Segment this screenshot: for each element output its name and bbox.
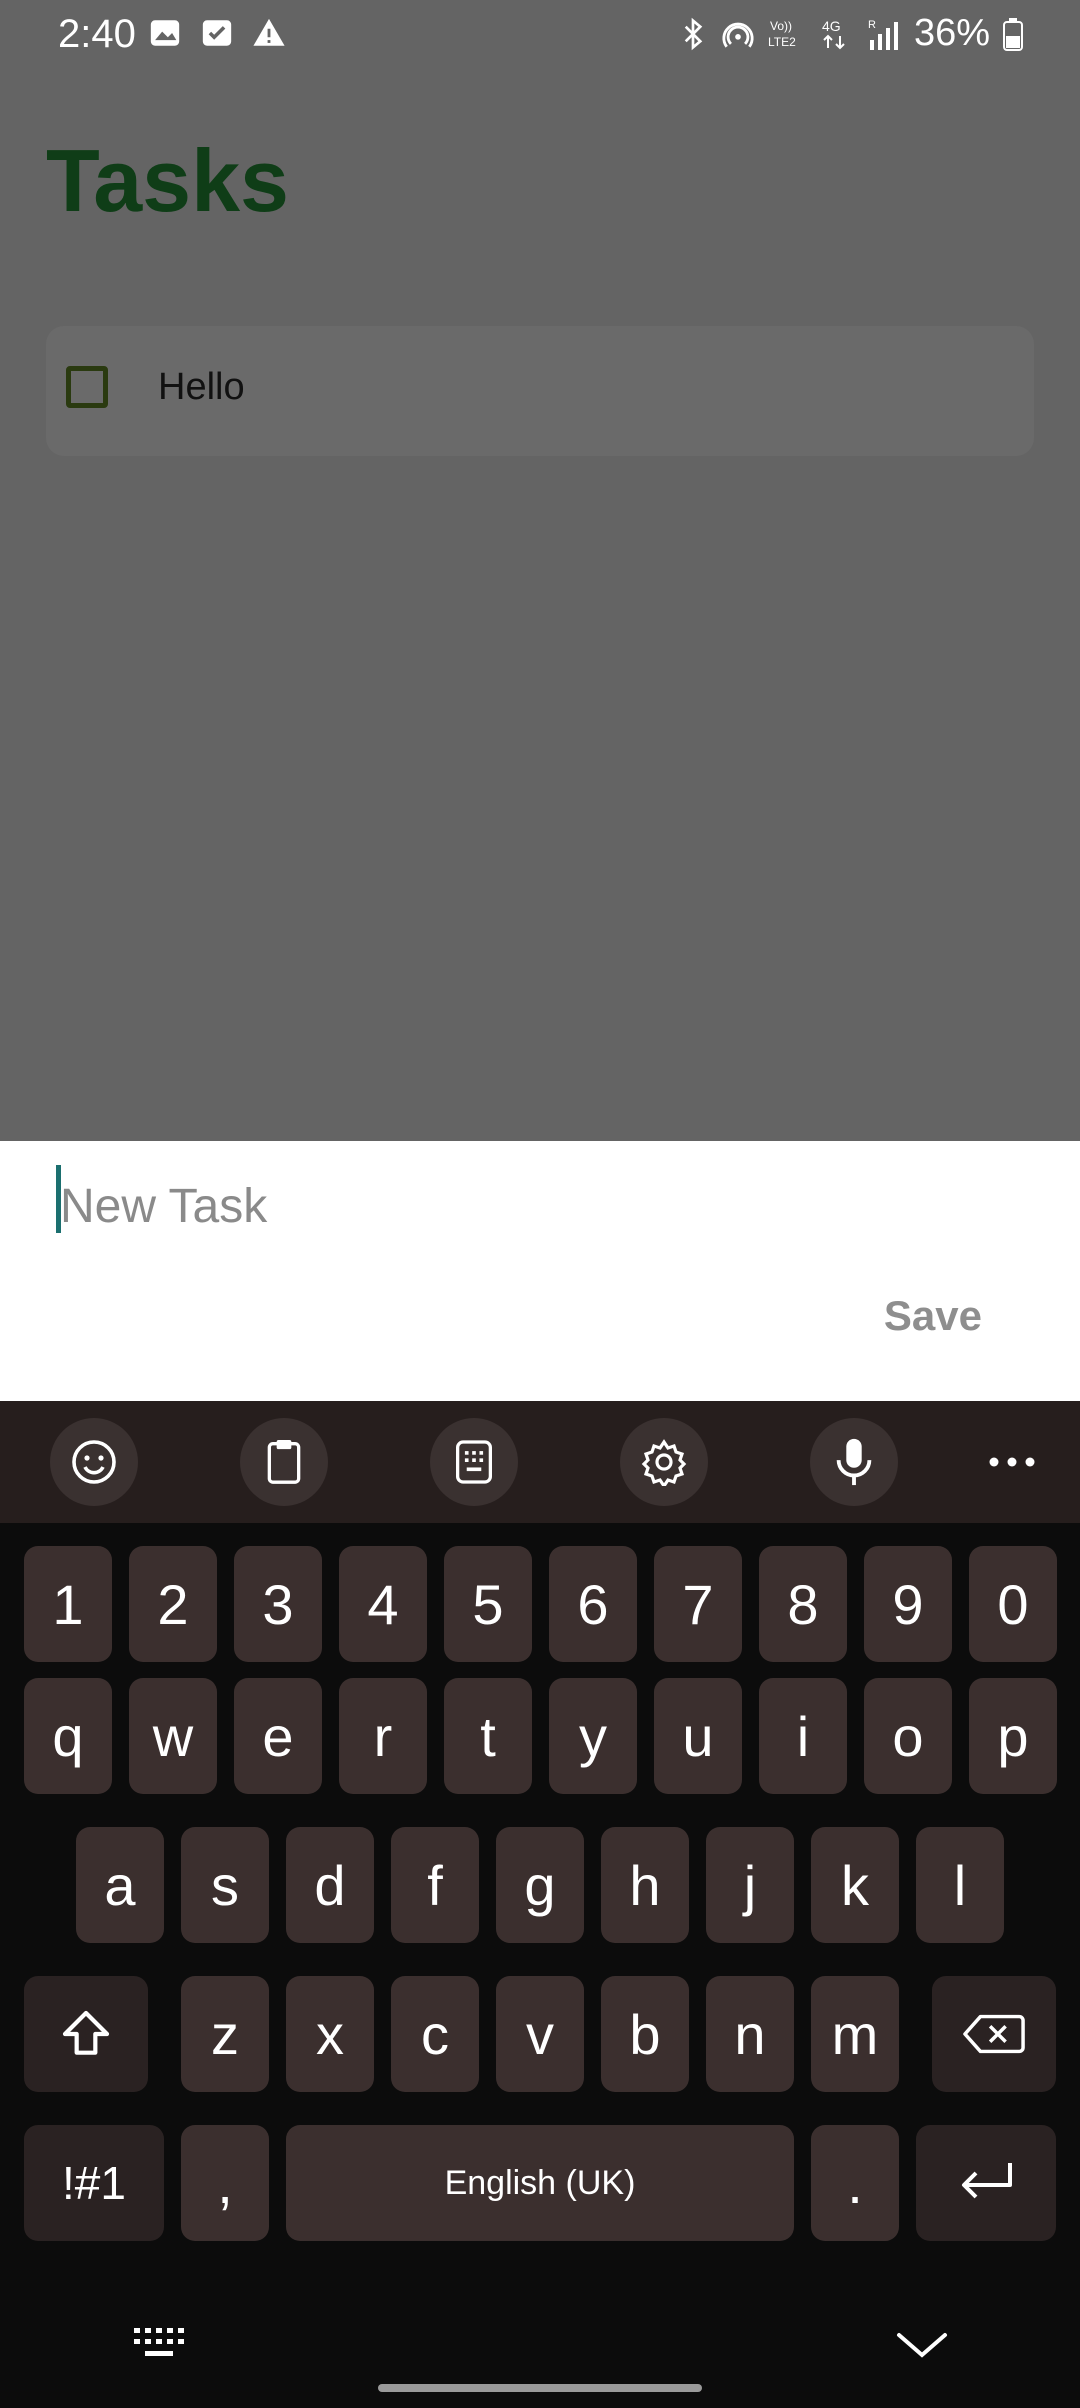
key-b[interactable]: b bbox=[601, 1976, 689, 2092]
emoji-button[interactable] bbox=[50, 1418, 138, 1506]
svg-text:R: R bbox=[868, 19, 876, 31]
enter-key[interactable] bbox=[916, 2125, 1056, 2241]
new-task-sheet: Save bbox=[0, 1141, 1080, 1401]
new-task-input[interactable] bbox=[56, 1171, 960, 1241]
system-icons: Vo)) LTE2 4G R 36% bbox=[678, 12, 1024, 55]
volte-icon: Vo)) LTE2 bbox=[768, 19, 796, 49]
key-1[interactable]: 1 bbox=[24, 1546, 112, 1662]
key-3[interactable]: 3 bbox=[234, 1546, 322, 1662]
key-k[interactable]: k bbox=[811, 1827, 899, 1943]
key-s[interactable]: s bbox=[181, 1827, 269, 1943]
key-9[interactable]: 9 bbox=[864, 1546, 952, 1662]
key-h[interactable]: h bbox=[601, 1827, 689, 1943]
key-q[interactable]: q bbox=[24, 1678, 112, 1794]
task-item[interactable]: Hello bbox=[46, 326, 1034, 456]
period-key[interactable]: . bbox=[811, 2125, 899, 2241]
gear-icon bbox=[641, 1439, 687, 1486]
key-v[interactable]: v bbox=[496, 1976, 584, 2092]
keyboard-toolbar bbox=[0, 1401, 1080, 1523]
hotspot-icon bbox=[722, 22, 754, 48]
backspace-key[interactable] bbox=[932, 1976, 1056, 2092]
status-time: 2:40 bbox=[58, 12, 136, 56]
key-y[interactable]: y bbox=[549, 1678, 637, 1794]
keyboard-switch-icon[interactable] bbox=[134, 2328, 186, 2358]
backspace-icon bbox=[963, 2014, 1025, 2054]
key-c[interactable]: c bbox=[391, 1976, 479, 2092]
key-i[interactable]: i bbox=[759, 1678, 847, 1794]
voice-input-button[interactable] bbox=[810, 1418, 898, 1506]
task-checkbox[interactable] bbox=[66, 366, 108, 408]
bluetooth-icon bbox=[684, 17, 703, 50]
shift-key[interactable] bbox=[24, 1976, 148, 2092]
svg-text:Vo)): Vo)) bbox=[770, 19, 792, 33]
key-g[interactable]: g bbox=[496, 1827, 584, 1943]
checkbox-notification-icon bbox=[202, 20, 232, 46]
key-p[interactable]: p bbox=[969, 1678, 1057, 1794]
key-w[interactable]: w bbox=[129, 1678, 217, 1794]
key-6[interactable]: 6 bbox=[549, 1546, 637, 1662]
key-n[interactable]: n bbox=[706, 1976, 794, 2092]
text-cursor bbox=[56, 1165, 61, 1233]
save-button[interactable]: Save bbox=[878, 1291, 988, 1341]
clipboard-icon bbox=[267, 1440, 301, 1484]
chevron-down-icon[interactable] bbox=[896, 2330, 948, 2360]
key-l[interactable]: l bbox=[916, 1827, 1004, 1943]
comma-key[interactable]: , bbox=[181, 2125, 269, 2241]
microphone-icon bbox=[836, 1438, 872, 1486]
key-t[interactable]: t bbox=[444, 1678, 532, 1794]
key-4[interactable]: 4 bbox=[339, 1546, 427, 1662]
key-o[interactable]: o bbox=[864, 1678, 952, 1794]
key-7[interactable]: 7 bbox=[654, 1546, 742, 1662]
more-options-button[interactable] bbox=[968, 1418, 1056, 1506]
keypad-button[interactable] bbox=[430, 1418, 518, 1506]
more-horizontal-icon bbox=[989, 1457, 1035, 1467]
task-label: Hello bbox=[158, 366, 245, 408]
key-2[interactable]: 2 bbox=[129, 1546, 217, 1662]
keyboard: 1 2 3 4 5 6 7 8 9 0 q w e r t y u i o p … bbox=[0, 1401, 1080, 2408]
shift-icon bbox=[62, 2010, 110, 2055]
key-5[interactable]: 5 bbox=[444, 1546, 532, 1662]
symbols-key[interactable]: !#1 bbox=[24, 2125, 164, 2241]
svg-text:4G: 4G bbox=[822, 18, 841, 34]
key-f[interactable]: f bbox=[391, 1827, 479, 1943]
battery-icon bbox=[1003, 17, 1023, 51]
image-icon bbox=[150, 20, 180, 46]
emoji-icon bbox=[72, 1440, 116, 1484]
key-8[interactable]: 8 bbox=[759, 1546, 847, 1662]
key-j[interactable]: j bbox=[706, 1827, 794, 1943]
signal-icon: R bbox=[868, 19, 898, 50]
svg-text:LTE2: LTE2 bbox=[768, 35, 796, 49]
clipboard-button[interactable] bbox=[240, 1418, 328, 1506]
key-0[interactable]: 0 bbox=[969, 1546, 1057, 1662]
space-key-label: English (UK) bbox=[444, 2163, 636, 2202]
home-indicator[interactable] bbox=[378, 2384, 702, 2392]
key-a[interactable]: a bbox=[76, 1827, 164, 1943]
keypad-icon bbox=[456, 1440, 492, 1484]
key-r[interactable]: r bbox=[339, 1678, 427, 1794]
warning-icon bbox=[253, 18, 285, 46]
notification-icons bbox=[148, 16, 286, 50]
key-u[interactable]: u bbox=[654, 1678, 742, 1794]
network-4g-icon: 4G bbox=[822, 18, 845, 49]
enter-icon bbox=[962, 2163, 1012, 2199]
status-bar: 2:40 Vo)) LTE2 4G R 36% bbox=[0, 0, 1080, 70]
key-x[interactable]: x bbox=[286, 1976, 374, 2092]
key-m[interactable]: m bbox=[811, 1976, 899, 2092]
key-e[interactable]: e bbox=[234, 1678, 322, 1794]
key-d[interactable]: d bbox=[286, 1827, 374, 1943]
key-z[interactable]: z bbox=[181, 1976, 269, 2092]
settings-button[interactable] bbox=[620, 1418, 708, 1506]
battery-percent: 36% bbox=[913, 12, 990, 54]
space-key[interactable]: English (UK) bbox=[286, 2125, 794, 2241]
page-title: Tasks bbox=[46, 131, 289, 230]
